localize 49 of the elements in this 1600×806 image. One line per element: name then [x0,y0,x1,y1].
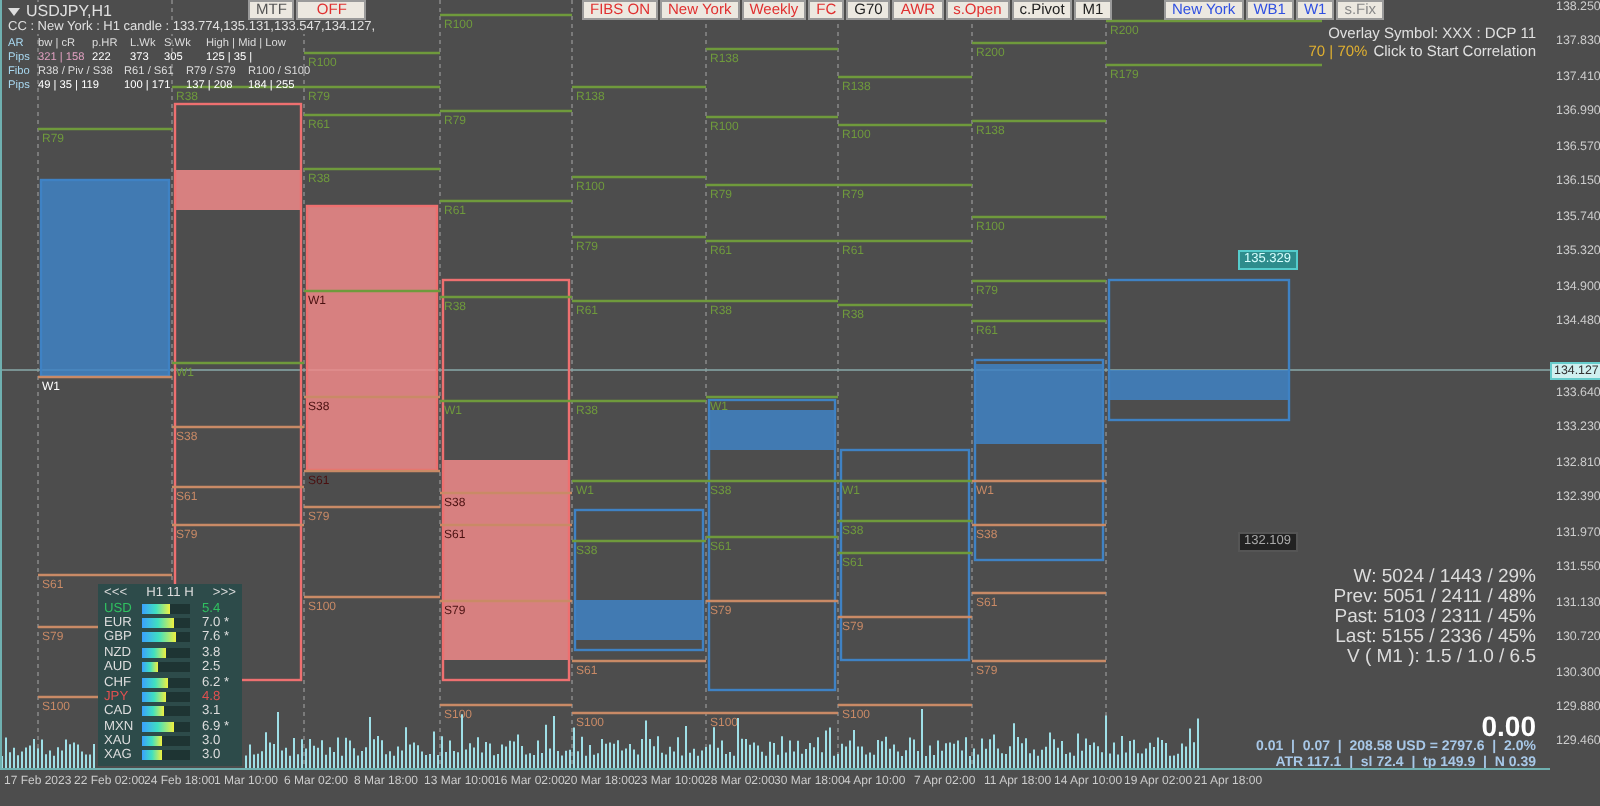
level-line [172,523,304,527]
level-line [38,573,172,577]
strength-bar [142,647,190,658]
level-line [172,425,304,429]
level-line [304,505,440,509]
strength-bar [142,736,190,747]
level-line [838,703,972,707]
stat-line: W: 5024 / 1443 / 29% [1351,568,1536,588]
level-line [38,127,172,131]
stat-line: V ( M1 ): 1.5 / 1.0 / 6.5 [1344,648,1536,668]
strength-bar [142,706,190,717]
stat-line: Past: 5103 / 2311 / 45% [1333,608,1536,628]
profit-value: 0.00 [1481,712,1536,740]
strength-bar [142,721,190,732]
stat-line: Last: 5155 / 2336 / 45% [1333,628,1536,648]
strength-bar [142,632,190,643]
level-line [972,215,1106,219]
level-line [172,361,304,365]
level-line [706,115,838,119]
level-line [304,51,440,55]
level-line [572,85,706,89]
level-line [304,167,440,171]
strength-bar [142,603,190,614]
level-line [706,599,838,603]
level-line [572,175,706,179]
strength-bar [142,677,190,688]
volume-histogram-drawing [2,736,95,768]
strength-bar [142,750,190,761]
stat-line: Prev: 5051 / 2411 / 48% [1333,588,1536,608]
level-line [440,13,572,17]
symbol-title: USDJPY,H1 [26,2,112,20]
level-line [838,551,972,555]
level-line [172,485,304,489]
level-line [838,75,972,79]
level-line [706,47,838,51]
strength-bar [142,617,190,628]
strength-bar [142,662,190,673]
level-line [440,199,572,203]
strength-bar [142,691,190,702]
level-line [572,659,706,663]
level-line [304,469,440,473]
level-line [972,319,1106,323]
level-line [38,375,172,379]
level-line [440,703,572,707]
level-line [838,615,972,619]
level-line [972,279,1106,283]
level-line [972,591,1106,595]
level-line [972,41,1106,45]
level-line [972,659,1106,663]
